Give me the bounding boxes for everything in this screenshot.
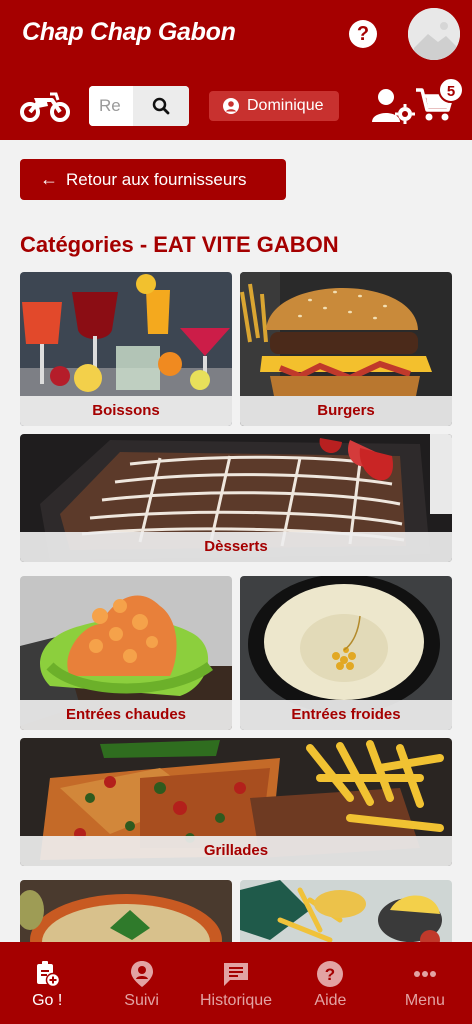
category-label: Entrées froides — [240, 700, 452, 730]
category-tile-grillades[interactable]: Grillades — [20, 738, 452, 866]
category-label: Boissons — [20, 396, 232, 426]
nav-menu[interactable]: Menu — [378, 942, 472, 1024]
help-button[interactable]: ? — [349, 20, 377, 48]
category-tile-desserts[interactable]: Dèsserts — [20, 434, 452, 562]
nav-suivi[interactable]: Suivi — [94, 942, 188, 1024]
user-settings-icon[interactable] — [372, 88, 416, 124]
nav-label: Suivi — [124, 992, 159, 1009]
svg-text:?: ? — [325, 965, 335, 984]
category-label: Dèsserts — [20, 532, 452, 562]
user-circle-icon — [223, 98, 239, 114]
app-screen: Chap Chap Gabon ? Re Dominique 5 ← Retou… — [0, 0, 472, 1024]
soup-image — [20, 880, 232, 950]
motorcycle-icon[interactable] — [20, 86, 70, 124]
more-dots-icon — [411, 960, 439, 988]
back-button-label: Retour aux fournisseurs — [66, 169, 247, 189]
category-tile-entrees-froides[interactable]: Entrées froides — [240, 576, 452, 730]
avatar-placeholder-icon — [408, 8, 460, 60]
message-list-icon — [222, 960, 250, 988]
search-icon — [152, 97, 170, 115]
user-chip[interactable]: Dominique — [209, 91, 339, 121]
category-label: Grillades — [20, 836, 452, 866]
category-label: Entrées chaudes — [20, 700, 232, 730]
page-title: Catégories - EAT VITE GABON — [20, 232, 339, 257]
search-input[interactable] — [89, 86, 133, 126]
nav-label: Historique — [200, 992, 273, 1009]
nav-historique[interactable]: Historique — [189, 942, 283, 1024]
help-circle-icon: ? — [316, 960, 344, 988]
search-button[interactable] — [133, 86, 189, 126]
category-tile-soup[interactable] — [20, 880, 232, 950]
nav-label: Menu — [404, 992, 445, 1009]
category-tile-boissons[interactable]: Boissons — [20, 272, 232, 426]
search-box — [89, 86, 189, 126]
back-to-suppliers-button[interactable]: ← Retour aux fournisseurs — [20, 159, 286, 200]
category-label: Burgers — [240, 396, 452, 426]
nav-go[interactable]: Go ! — [0, 942, 94, 1024]
app-title: Chap Chap Gabon — [22, 18, 236, 46]
category-tile-platter[interactable] — [240, 880, 452, 950]
platter-image — [240, 880, 452, 950]
cart-count-badge: 5 — [438, 77, 464, 103]
profile-avatar[interactable] — [408, 8, 460, 60]
category-tile-burgers[interactable]: Burgers — [240, 272, 452, 426]
location-pin-icon — [128, 960, 156, 988]
nav-aide[interactable]: ? Aide — [283, 942, 377, 1024]
arrow-left-icon: ← — [40, 169, 58, 189]
nav-label: Aide — [314, 992, 347, 1009]
app-header: Chap Chap Gabon ? Re Dominique 5 — [0, 0, 472, 140]
bottom-navigation: Go ! Suivi Historique ? Aide Menu — [0, 942, 472, 1024]
nav-label: Go ! — [32, 992, 63, 1009]
user-name: Dominique — [247, 97, 324, 114]
clipboard-plus-icon — [33, 960, 61, 988]
category-tile-entrees-chaudes[interactable]: Entrées chaudes — [20, 576, 232, 730]
